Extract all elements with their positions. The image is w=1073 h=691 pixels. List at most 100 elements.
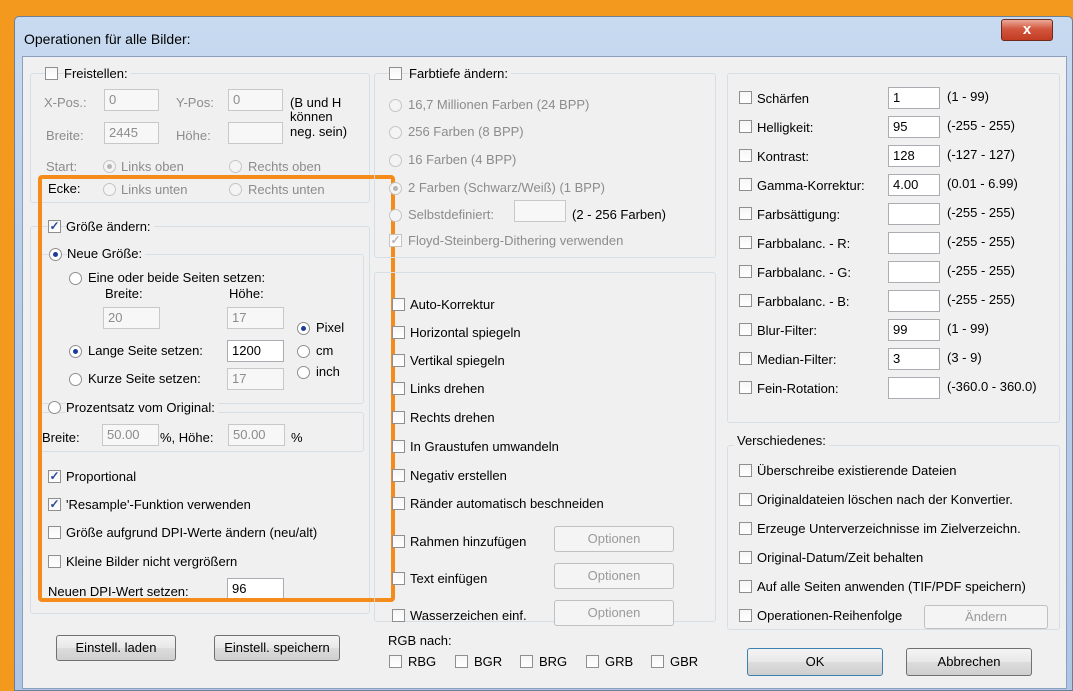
unit-cm-radio[interactable] [297, 345, 310, 358]
misc-checkbox-5[interactable] [739, 609, 752, 622]
misc-label-4: Auf alle Seiten anwenden (TIF/PDF speich… [757, 579, 1026, 594]
op-checkbox-4[interactable] [392, 411, 405, 424]
filter-input-5[interactable] [888, 232, 940, 254]
depth-custom-radio[interactable] [389, 209, 402, 222]
ok-button[interactable]: OK [747, 648, 883, 676]
op-checkbox-10[interactable] [392, 609, 405, 622]
op-checkbox-8[interactable] [392, 535, 405, 548]
filter-input-10[interactable] [888, 377, 940, 399]
depth-4bpp-radio[interactable] [389, 154, 402, 167]
filter-input-6[interactable] [888, 261, 940, 283]
filter-input-9[interactable]: 3 [888, 348, 940, 370]
crop-checkbox[interactable] [45, 67, 58, 80]
op-checkbox-6[interactable] [392, 469, 405, 482]
filter-input-4[interactable] [888, 203, 940, 225]
op-checkbox-2[interactable] [392, 354, 405, 367]
depth-8bpp-radio[interactable] [389, 126, 402, 139]
op-options-button-9[interactable]: Optionen [554, 563, 674, 589]
reorder-change-button[interactable]: Ändern [924, 605, 1048, 629]
short-side-input[interactable]: 17 [227, 368, 284, 390]
dpi-resize-checkbox[interactable] [48, 526, 61, 539]
misc-checkbox-1[interactable] [739, 493, 752, 506]
op-label-0: Auto-Korrektur [410, 297, 495, 312]
filter-checkbox-1[interactable] [739, 120, 752, 133]
filter-checkbox-8[interactable] [739, 323, 752, 336]
filter-range-7: (-255 - 255) [947, 292, 1015, 307]
rgb-checkbox-0[interactable] [389, 655, 402, 668]
resample-label: 'Resample'-Funktion verwenden [66, 497, 251, 512]
misc-checkbox-4[interactable] [739, 580, 752, 593]
one-or-both-radio[interactable] [69, 272, 82, 285]
filter-input-2[interactable]: 128 [888, 145, 940, 167]
crop-ypos-input[interactable]: 0 [228, 89, 283, 111]
rgb-checkbox-4[interactable] [651, 655, 664, 668]
save-settings-button[interactable]: Einstell. speichern [214, 635, 340, 661]
misc-checkbox-3[interactable] [739, 551, 752, 564]
filter-checkbox-2[interactable] [739, 149, 752, 162]
percent-radio[interactable] [48, 401, 61, 414]
proportional-checkbox[interactable]: ✓ [48, 470, 61, 483]
depth-custom-input[interactable] [514, 200, 566, 222]
op-options-button-8[interactable]: Optionen [554, 526, 674, 552]
filter-input-1[interactable]: 95 [888, 116, 940, 138]
crop-xpos-input[interactable]: 0 [104, 89, 159, 111]
depth-1bpp-radio[interactable] [389, 182, 402, 195]
filter-checkbox-7[interactable] [739, 294, 752, 307]
resize-height-input[interactable]: 17 [227, 307, 284, 329]
filter-checkbox-9[interactable] [739, 352, 752, 365]
filter-checkbox-5[interactable] [739, 236, 752, 249]
colordepth-checkbox[interactable] [389, 67, 402, 80]
resize-width-input[interactable]: 20 [103, 307, 160, 329]
depth-24bpp-radio[interactable] [389, 99, 402, 112]
crop-corner-bottom-left-radio[interactable] [103, 183, 116, 196]
new-dpi-input[interactable]: 96 [227, 578, 284, 600]
filter-input-8[interactable]: 99 [888, 319, 940, 341]
percent-width-input[interactable]: 50.00 [102, 424, 159, 446]
misc-checkbox-2[interactable] [739, 522, 752, 535]
crop-corner-bottom-right-radio[interactable] [229, 183, 242, 196]
filter-input-0[interactable]: 1 [888, 87, 940, 109]
filter-checkbox-4[interactable] [739, 207, 752, 220]
percent-height-unit: % [291, 430, 303, 445]
filter-input-3[interactable]: 4.00 [888, 174, 940, 196]
op-checkbox-1[interactable] [392, 326, 405, 339]
close-button[interactable]: x [1001, 19, 1053, 41]
dithering-checkbox[interactable]: ✓ [389, 234, 402, 247]
filter-checkbox-0[interactable] [739, 91, 752, 104]
load-settings-button[interactable]: Einstell. laden [56, 635, 176, 661]
crop-width-input[interactable]: 2445 [104, 122, 159, 144]
short-side-radio[interactable] [69, 373, 82, 386]
op-options-button-10[interactable]: Optionen [554, 600, 674, 626]
new-size-radio[interactable] [49, 248, 62, 261]
depth-24bpp-label: 16,7 Millionen Farben (24 BPP) [408, 97, 590, 112]
op-checkbox-5[interactable] [392, 440, 405, 453]
filter-checkbox-3[interactable] [739, 178, 752, 191]
unit-pixel-radio[interactable] [297, 322, 310, 335]
rgb-checkbox-3[interactable] [586, 655, 599, 668]
filter-checkbox-6[interactable] [739, 265, 752, 278]
crop-hint-line-2: können [290, 109, 333, 124]
op-checkbox-0[interactable] [392, 298, 405, 311]
long-side-radio[interactable] [69, 345, 82, 358]
crop-start-top-left-label: Links oben [121, 159, 184, 174]
op-checkbox-9[interactable] [392, 572, 405, 585]
resize-checkbox[interactable]: ✓ [48, 220, 61, 233]
rgb-checkbox-1[interactable] [455, 655, 468, 668]
filter-input-7[interactable] [888, 290, 940, 312]
cancel-button[interactable]: Abbrechen [906, 648, 1032, 676]
no-enlarge-checkbox[interactable] [48, 555, 61, 568]
crop-start-top-right-radio[interactable] [229, 160, 242, 173]
resample-checkbox[interactable]: ✓ [48, 498, 61, 511]
crop-height-input[interactable] [228, 122, 283, 144]
unit-inch-radio[interactable] [297, 366, 310, 379]
rgb-checkbox-2[interactable] [520, 655, 533, 668]
filter-range-1: (-255 - 255) [947, 118, 1015, 133]
long-side-input[interactable]: 1200 [227, 340, 284, 362]
misc-checkbox-0[interactable] [739, 464, 752, 477]
op-checkbox-3[interactable] [392, 382, 405, 395]
crop-start-top-left-radio[interactable] [103, 160, 116, 173]
filter-checkbox-10[interactable] [739, 381, 752, 394]
percent-height-input[interactable]: 50.00 [228, 424, 285, 446]
op-label-9: Text einfügen [410, 571, 488, 586]
op-checkbox-7[interactable] [392, 497, 405, 510]
